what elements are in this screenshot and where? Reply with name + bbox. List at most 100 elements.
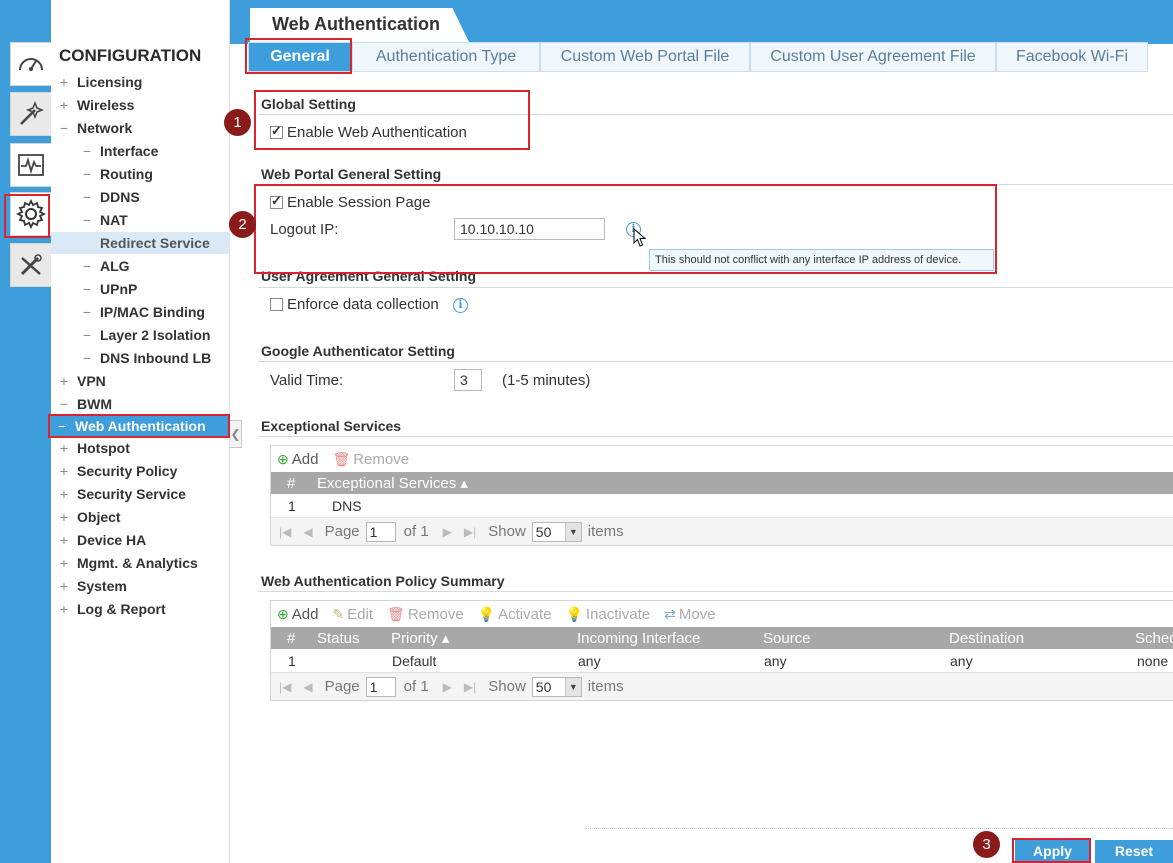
dash-icon: − bbox=[82, 304, 92, 320]
menu-item-object[interactable]: + Object bbox=[51, 506, 230, 528]
info-icon[interactable]: i bbox=[453, 298, 468, 313]
menu-item-bwm[interactable]: − BWM bbox=[51, 393, 230, 415]
menu-item-upnp[interactable]: − UPnP bbox=[51, 278, 230, 300]
menu-item-label: UPnP bbox=[100, 281, 138, 297]
cell-number: 1 bbox=[288, 497, 296, 514]
menu-item-ddns[interactable]: − DDNS bbox=[51, 186, 230, 208]
table-row[interactable]: 1 Default any any any none bbox=[271, 649, 1173, 672]
valid-time-label: Valid Time: bbox=[270, 372, 344, 389]
activate-button[interactable]: 💡 Activate bbox=[478, 606, 552, 623]
column-header-source[interactable]: Source bbox=[763, 630, 811, 647]
last-page-icon[interactable]: ▶| bbox=[464, 680, 476, 694]
apply-button[interactable]: Apply bbox=[1015, 840, 1090, 863]
trash-icon: 🗑 bbox=[332, 450, 351, 467]
menu-item-label: IP/MAC Binding bbox=[100, 304, 205, 320]
dash-icon: − bbox=[82, 350, 92, 366]
menu-item-interface[interactable]: − Interface bbox=[51, 140, 230, 162]
move-button[interactable]: ⇄ Move bbox=[664, 606, 715, 623]
column-header-priority[interactable]: Priority ▴ bbox=[391, 629, 449, 647]
expand-icon: + bbox=[59, 74, 69, 90]
column-header-status[interactable]: Status bbox=[317, 630, 360, 647]
menu-item-routing[interactable]: − Routing bbox=[51, 163, 230, 185]
section-title-web-portal: Web Portal General Setting bbox=[261, 166, 442, 182]
menu-item-ip-mac-binding[interactable]: − IP/MAC Binding bbox=[51, 301, 230, 323]
page-size-select[interactable]: 50 ▼ bbox=[531, 521, 582, 542]
menu-item-label: BWM bbox=[77, 396, 112, 412]
edit-icon: ✎ bbox=[332, 605, 345, 622]
remove-button[interactable]: 🗑 Remove bbox=[332, 451, 409, 468]
page-size-select[interactable]: 50 ▼ bbox=[531, 676, 582, 697]
checkbox-label: Enable Web Authentication bbox=[287, 124, 467, 141]
page-title: Web Authentication bbox=[250, 8, 470, 44]
dashboard-icon[interactable] bbox=[10, 42, 51, 86]
cell-destination: any bbox=[950, 652, 973, 669]
first-page-icon[interactable]: |◀ bbox=[279, 680, 291, 694]
configuration-gear-icon[interactable] bbox=[10, 192, 51, 236]
dash-icon: − bbox=[82, 189, 92, 205]
menu-item-layer2-isolation[interactable]: − Layer 2 Isolation bbox=[51, 324, 230, 346]
page-number-input[interactable]: 1 bbox=[365, 676, 396, 697]
section-title-global-setting: Global Setting bbox=[261, 96, 356, 112]
prev-page-icon[interactable]: ◀ bbox=[303, 525, 312, 539]
chevron-down-icon: ▼ bbox=[564, 677, 581, 696]
remove-button[interactable]: 🗑 Remove bbox=[387, 606, 464, 623]
column-header-schedule[interactable]: Sched bbox=[1135, 630, 1173, 647]
menu-item-device-ha[interactable]: + Device HA bbox=[51, 529, 230, 551]
add-button[interactable]: ⊕ Add bbox=[277, 606, 318, 623]
menu-item-log-report[interactable]: + Log & Report bbox=[51, 598, 230, 620]
tab-authentication-type[interactable]: Authentication Type bbox=[352, 42, 540, 72]
expand-icon: + bbox=[59, 373, 69, 389]
last-page-icon[interactable]: ▶| bbox=[464, 525, 476, 539]
inactivate-button[interactable]: 💡 Inactivate bbox=[565, 606, 650, 623]
edit-button[interactable]: ✎ Edit bbox=[332, 606, 373, 623]
menu-item-vpn[interactable]: + VPN bbox=[51, 370, 230, 392]
expand-icon: + bbox=[59, 97, 69, 113]
prev-page-icon[interactable]: ◀ bbox=[303, 680, 312, 694]
menu-item-system[interactable]: + System bbox=[51, 575, 230, 597]
menu-item-label: Layer 2 Isolation bbox=[100, 327, 211, 343]
enable-web-auth-checkbox[interactable]: Enable Web Authentication bbox=[270, 123, 467, 141]
table-row[interactable]: 1 DNS bbox=[271, 494, 1173, 517]
valid-time-input[interactable]: 3 bbox=[454, 369, 482, 391]
column-header-exceptional-services[interactable]: Exceptional Services ▴ bbox=[317, 474, 468, 492]
menu-item-alg[interactable]: − ALG bbox=[51, 255, 230, 277]
menu-item-wireless[interactable]: + Wireless bbox=[51, 94, 230, 116]
menu-item-web-authentication[interactable]: − Web Authentication bbox=[49, 415, 228, 437]
tab-custom-user-agreement-file[interactable]: Custom User Agreement File bbox=[750, 42, 996, 72]
monitor-pulse-icon[interactable] bbox=[10, 143, 51, 187]
menu-item-hotspot[interactable]: + Hotspot bbox=[51, 437, 230, 459]
tab-bar: General Authentication Type Custom Web P… bbox=[248, 42, 1148, 72]
checkbox-icon bbox=[270, 193, 283, 209]
column-header-destination[interactable]: Destination bbox=[949, 630, 1024, 647]
expand-icon: + bbox=[59, 578, 69, 594]
enforce-data-collection-checkbox[interactable]: Enforce data collection bbox=[270, 296, 439, 313]
section-title-exceptional-services: Exceptional Services bbox=[261, 418, 402, 434]
menu-item-security-policy[interactable]: + Security Policy bbox=[51, 460, 230, 482]
tab-general[interactable]: General bbox=[248, 42, 352, 72]
collapse-menu-chevron-icon[interactable]: ❮ bbox=[230, 420, 242, 448]
next-page-icon[interactable]: ▶ bbox=[443, 680, 452, 694]
logout-ip-tooltip: This should not conflict with any interf… bbox=[649, 249, 994, 271]
next-page-icon[interactable]: ▶ bbox=[443, 525, 452, 539]
valid-time-unit: (1-5 minutes) bbox=[502, 372, 591, 389]
logout-ip-label: Logout IP: bbox=[270, 221, 339, 238]
menu-item-dns-inbound-lb[interactable]: − DNS Inbound LB bbox=[51, 347, 230, 369]
menu-item-redirect-service[interactable]: Redirect Service bbox=[51, 232, 230, 254]
menu-item-licensing[interactable]: + Licensing bbox=[51, 71, 230, 93]
menu-item-network[interactable]: − Network bbox=[51, 117, 230, 139]
reset-button[interactable]: Reset bbox=[1095, 840, 1173, 863]
menu-item-nat[interactable]: − NAT bbox=[51, 209, 230, 231]
menu-item-mgmt-analytics[interactable]: + Mgmt. & Analytics bbox=[51, 552, 230, 574]
logout-ip-input[interactable]: 10.10.10.10 bbox=[454, 218, 605, 240]
maintenance-tools-icon[interactable] bbox=[10, 243, 51, 287]
add-button[interactable]: ⊕ Add bbox=[277, 451, 318, 468]
tab-facebook-wifi[interactable]: Facebook Wi-Fi bbox=[996, 42, 1148, 72]
page-number-input[interactable]: 1 bbox=[365, 521, 396, 542]
first-page-icon[interactable]: |◀ bbox=[279, 525, 291, 539]
column-header-incoming-interface[interactable]: Incoming Interface bbox=[577, 630, 700, 647]
expand-icon: + bbox=[59, 509, 69, 525]
quick-setup-wand-icon[interactable] bbox=[10, 92, 51, 136]
enable-session-page-checkbox[interactable]: Enable Session Page bbox=[270, 193, 430, 211]
menu-item-security-service[interactable]: + Security Service bbox=[51, 483, 230, 505]
tab-custom-web-portal-file[interactable]: Custom Web Portal File bbox=[540, 42, 750, 72]
